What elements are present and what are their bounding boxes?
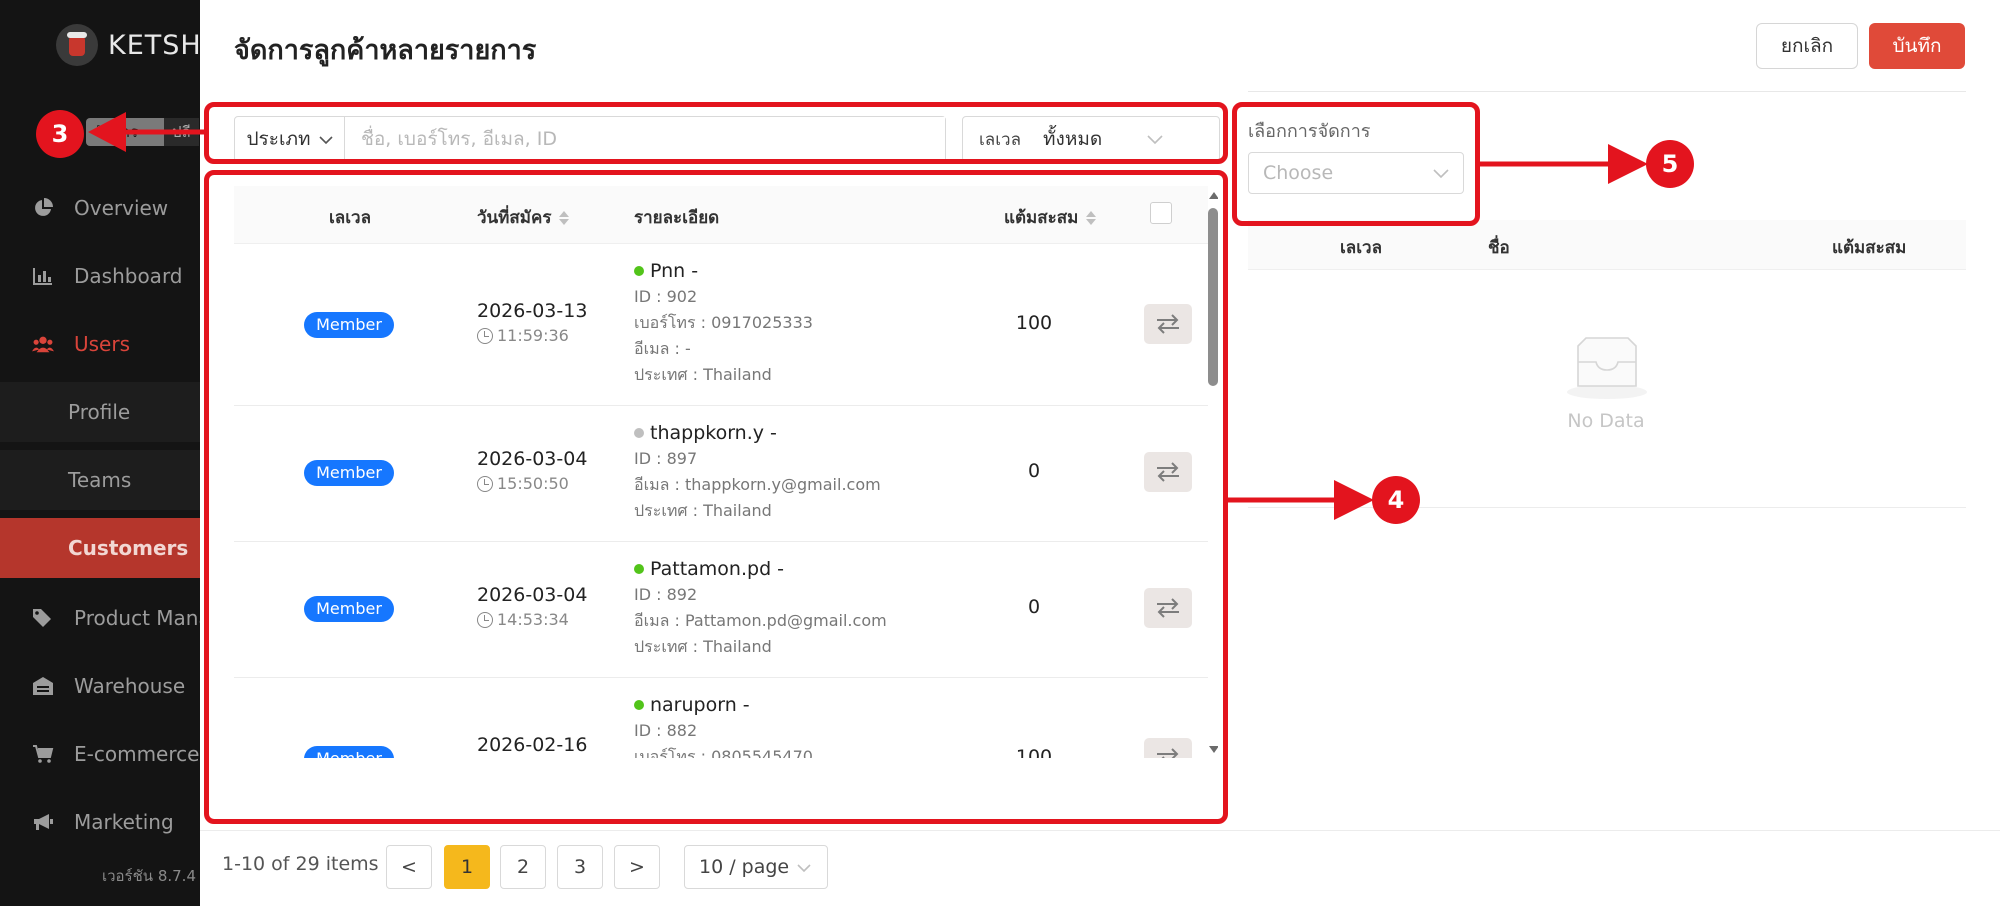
empty-state-text: No Data [1567, 410, 1645, 432]
save-button[interactable]: บันทึก [1869, 23, 1965, 69]
empty-inbox-icon [1567, 337, 1647, 399]
pagination-page-1[interactable]: 1 [444, 845, 490, 889]
pagination-prev-button[interactable]: < [386, 845, 432, 889]
nav-ecommerce[interactable]: E-commerce [0, 724, 200, 784]
nav-users[interactable]: Users [0, 314, 200, 374]
selected-column-level: เลเวล [1340, 238, 1383, 258]
selected-column-points: แต้มสะสม [1832, 238, 1907, 258]
toggle-other[interactable]: ปลี [164, 118, 199, 146]
annotation-box-table [204, 170, 1228, 824]
pagination-page-3[interactable]: 3 [557, 845, 603, 889]
chevron-down-icon [797, 856, 811, 878]
nav-product-management-label: Product Management [74, 606, 200, 630]
brand-name: KETSHOP [108, 29, 200, 61]
nav-warehouse[interactable]: Warehouse [0, 656, 200, 716]
pagination-page-2[interactable]: 2 [500, 845, 546, 889]
nav-marketing[interactable]: Marketing [0, 792, 200, 852]
nav-customers-label: Customers [68, 536, 189, 560]
nav-users-label: Users [74, 332, 131, 356]
nav-teams-label: Teams [68, 468, 132, 492]
nav-warehouse-label: Warehouse [74, 674, 186, 698]
megaphone-icon [32, 811, 54, 833]
annotation-badge-3: 3 [36, 110, 84, 158]
nav-dashboard-label: Dashboard [74, 264, 183, 288]
pagination-total: 1-10 of 29 items [222, 853, 379, 875]
cancel-button[interactable]: ยกเลิก [1756, 23, 1858, 69]
modal-title: จัดการลูกค้าหลายรายการ [234, 35, 537, 66]
pagination-next-button[interactable]: > [614, 845, 660, 889]
toggle-manage[interactable]: จัดการ [86, 118, 164, 146]
nav-profile[interactable]: Profile [0, 382, 200, 442]
annotation-box-action [1232, 102, 1480, 226]
nav-dashboard[interactable]: Dashboard [0, 246, 200, 306]
app-version: เวอร์ชัน 8.7.4 [102, 867, 196, 885]
annotation-box-filter [204, 102, 1228, 164]
page-size-select[interactable]: 10 / page [684, 845, 828, 889]
title-divider [1248, 91, 1966, 92]
nav-ecommerce-label: E-commerce [74, 742, 200, 766]
brand-logo-icon [56, 24, 98, 66]
warehouse-icon [32, 675, 54, 697]
nav-marketing-label: Marketing [74, 810, 174, 834]
page-size-value: 10 / page [699, 856, 790, 878]
sidebar: KETSHOP จัดการ ปลี Overview Dashboard Us… [0, 0, 200, 906]
tag-icon [32, 607, 54, 629]
selected-table-header: เลเวล ชื่อ แต้มสะสม [1248, 220, 1966, 270]
pie-chart-icon [32, 197, 54, 219]
selected-table-divider [1248, 507, 1966, 508]
bar-chart-icon [32, 265, 54, 287]
users-icon [32, 333, 54, 355]
nav-profile-label: Profile [68, 400, 131, 424]
annotation-badge-4: 4 [1372, 476, 1420, 524]
cart-icon [32, 743, 54, 765]
brand-logo[interactable]: KETSHOP [56, 24, 200, 66]
selected-column-name: ชื่อ [1488, 238, 1510, 258]
nav-overview-label: Overview [74, 196, 169, 220]
annotation-badge-5: 5 [1646, 140, 1694, 188]
sidebar-mode-toggle[interactable]: จัดการ ปลี [86, 118, 200, 146]
nav-teams[interactable]: Teams [0, 450, 200, 510]
nav-product-management[interactable]: Product Management [0, 588, 200, 648]
nav-customers[interactable]: Customers [0, 518, 200, 578]
nav-overview[interactable]: Overview [0, 178, 200, 238]
footer-divider [200, 830, 2000, 831]
